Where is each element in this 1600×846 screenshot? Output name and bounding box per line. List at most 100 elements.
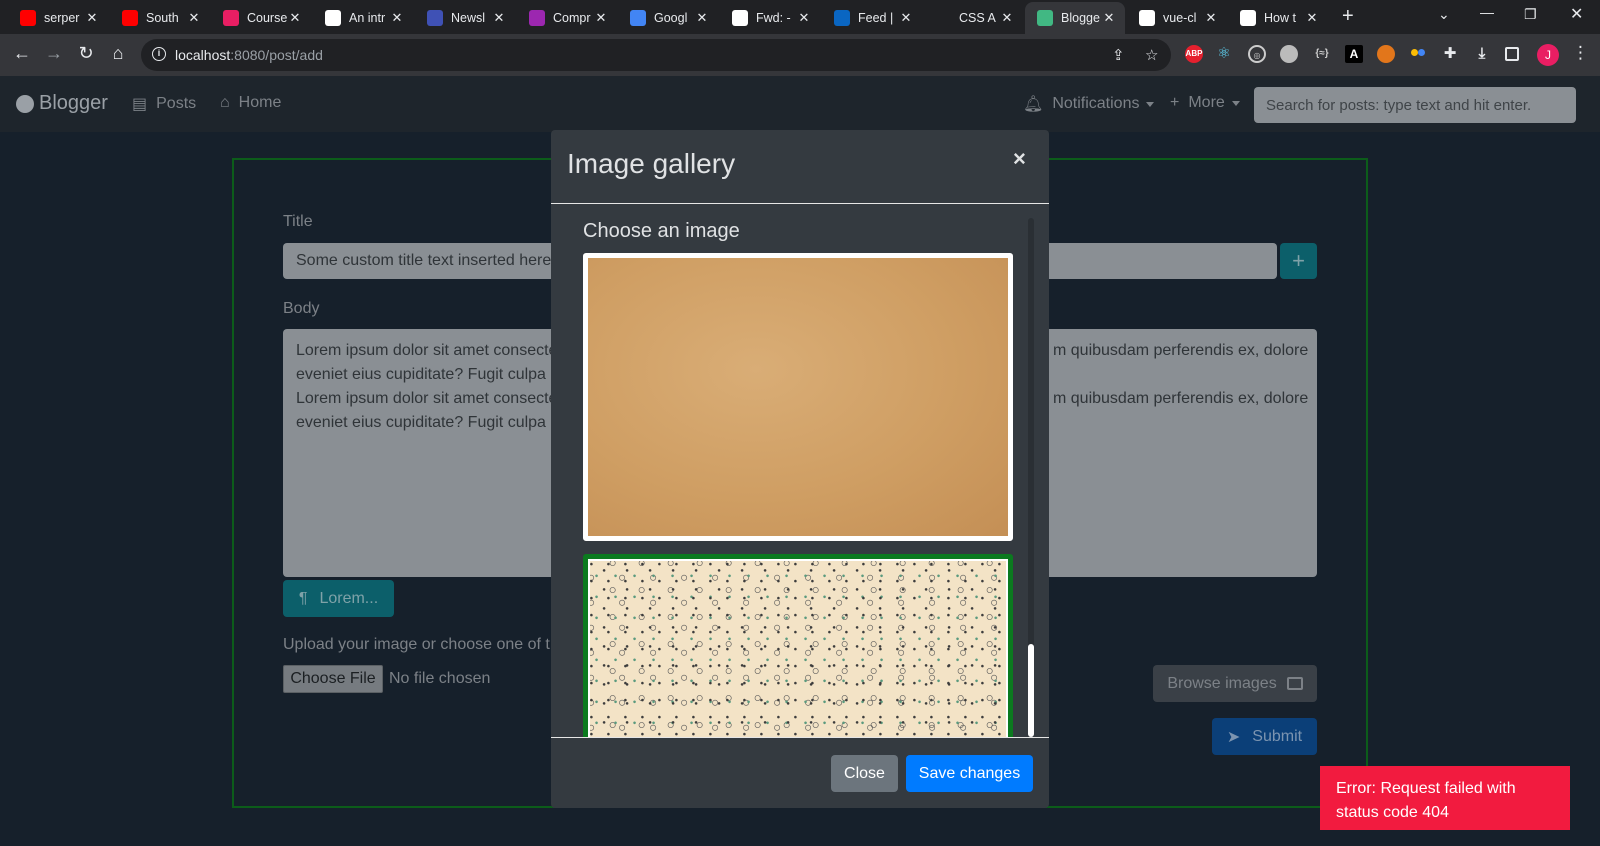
submit-label: Submit (1252, 727, 1303, 745)
tab-close-icon[interactable]: ✕ (84, 10, 100, 26)
nav-more-dropdown[interactable]: + More (1170, 94, 1240, 112)
browser-menu-icon[interactable]: ⋮ (1572, 43, 1589, 63)
tab-title: vue-cl (1163, 11, 1197, 25)
search-input[interactable] (1254, 87, 1576, 123)
address-bar[interactable]: i localhost:8080/post/add ⇪ ☆ (141, 39, 1171, 71)
address-url[interactable]: localhost:8080/post/add (175, 47, 323, 63)
tab-title: An intr (349, 11, 386, 25)
browser-tab[interactable]: CSS A ✕ (923, 2, 1023, 34)
error-toast[interactable]: Error: Request failed with status code 4… (1320, 766, 1570, 830)
body-label: Body (283, 300, 320, 317)
browser-tab[interactable]: Course ✕ (211, 2, 311, 34)
new-tab-button[interactable]: + (1342, 5, 1354, 28)
tab-close-icon[interactable]: ✕ (898, 10, 914, 26)
browser-tab[interactable]: vue-cl ✕ (1127, 2, 1227, 34)
course-icon (223, 10, 239, 26)
lorem-button[interactable]: ¶ Lorem... (283, 580, 394, 617)
browser-tab[interactable]: Blogge ✕ (1025, 2, 1125, 34)
tab-close-icon[interactable]: ✕ (186, 10, 202, 26)
tab-close-icon[interactable]: ✕ (1101, 10, 1117, 26)
bookmark-star-icon[interactable]: ☆ (1145, 46, 1158, 64)
tab-title: Blogge (1061, 11, 1100, 25)
paragraph-icon: ¶ (298, 589, 308, 607)
paper-plane-icon: ➤ (1226, 728, 1241, 746)
tab-close-icon[interactable]: ✕ (491, 10, 507, 26)
browser-tab[interactable]: An intr ✕ (313, 2, 413, 34)
tab-close-icon[interactable]: ✕ (287, 10, 303, 26)
gallery-image-confetti-selected[interactable] (583, 554, 1013, 737)
tab-close-icon[interactable]: ✕ (796, 10, 812, 26)
tab-close-icon[interactable]: ✕ (694, 10, 710, 26)
minimize-icon[interactable]: — (1480, 4, 1494, 20)
tab-close-icon[interactable]: ✕ (389, 10, 405, 26)
save-changes-button[interactable]: Save changes (906, 755, 1033, 792)
extension-a-icon[interactable]: A (1345, 45, 1363, 63)
profile-avatar[interactable]: J (1537, 44, 1559, 66)
no-file-text: No file chosen (389, 670, 491, 687)
side-panel-icon[interactable] (1505, 47, 1519, 61)
browser-tab[interactable]: serper ✕ (8, 2, 108, 34)
browse-images-button[interactable]: Browse images (1153, 665, 1317, 702)
body-line-3-right: m quibusdam perferendis ex, dolore (1053, 390, 1309, 407)
extension-dots-icon[interactable] (1409, 45, 1427, 63)
reload-icon[interactable]: ↻ (74, 43, 98, 64)
modal-title: Image gallery (567, 148, 736, 179)
posts-icon: ▤ (132, 96, 148, 113)
site-info-icon[interactable]: i (152, 47, 166, 61)
tab-close-icon[interactable]: ✕ (1304, 10, 1320, 26)
bell-icon: 🔔︎ (1023, 96, 1044, 113)
newsletter-icon (427, 10, 443, 26)
back-icon[interactable]: ← (10, 43, 34, 64)
blogger-logo-icon (16, 94, 34, 113)
youtube-icon (20, 10, 36, 26)
nav-notifications-dropdown[interactable]: 🔔︎ Notifications (1023, 94, 1155, 114)
modal-body[interactable]: Choose an image (551, 204, 1049, 737)
browser-tab[interactable]: South ✕ (110, 2, 210, 34)
nav-home[interactable]: ⌂ Home (220, 94, 281, 112)
tab-close-icon[interactable]: ✕ (1203, 10, 1219, 26)
browser-tab[interactable]: How t ✕ (1228, 2, 1328, 34)
nav-posts[interactable]: ▤ Posts (132, 94, 196, 114)
linkedin-icon (834, 10, 850, 26)
brand[interactable]: Blogger (16, 92, 108, 115)
nav-notifications-label: Notifications (1052, 95, 1140, 112)
browser-tab[interactable]: Googl ✕ (618, 2, 718, 34)
modal-scrollbar-thumb[interactable] (1028, 644, 1034, 737)
browser-tab[interactable]: Newsl ✕ (415, 2, 515, 34)
download-icon[interactable]: ⤓ (1473, 45, 1491, 63)
extension-owl-icon[interactable] (1280, 45, 1298, 63)
tab-search-icon[interactable]: ⌄ (1438, 6, 1450, 23)
react-devtools-icon[interactable]: ⚛ (1215, 45, 1233, 63)
gallery-image-kraft-paper[interactable] (583, 253, 1013, 541)
close-icon[interactable]: × (1013, 146, 1026, 172)
tab-title: South (146, 11, 179, 25)
image-icon (1286, 677, 1303, 690)
adblock-extension-icon[interactable]: ABP (1185, 45, 1203, 63)
submit-button[interactable]: ➤ Submit (1212, 718, 1317, 755)
browser-tab[interactable]: Fwd: - ✕ (720, 2, 820, 34)
app-navbar: Blogger ▤ Posts ⌂ Home 🔔︎ Notifications … (0, 76, 1600, 132)
metamask-icon[interactable] (1377, 45, 1395, 63)
tab-title: Feed | (858, 11, 894, 25)
forward-icon[interactable]: → (42, 43, 66, 64)
tab-title: Course (247, 11, 288, 25)
tab-title: How t (1264, 11, 1296, 25)
extensions-puzzle-icon[interactable]: ✚ (1441, 45, 1459, 63)
browser-tab[interactable]: Feed | ✕ (822, 2, 922, 34)
share-icon[interactable]: ⇪ (1112, 46, 1125, 64)
home-icon[interactable]: ⌂ (106, 43, 130, 64)
choose-file-button[interactable]: Choose File (283, 665, 383, 693)
restore-icon[interactable]: ❐ (1524, 6, 1537, 23)
chevron-down-icon (1146, 101, 1155, 107)
tab-close-icon[interactable]: ✕ (999, 10, 1015, 26)
browser-tab[interactable]: Compr ✕ (517, 2, 617, 34)
plus-icon: + (1170, 94, 1180, 111)
google-translate-icon (630, 10, 646, 26)
tab-close-icon[interactable]: ✕ (593, 10, 609, 26)
window-close-icon[interactable]: ✕ (1570, 4, 1583, 24)
extension-braces-icon[interactable]: {≈} (1313, 45, 1331, 63)
close-button[interactable]: Close (831, 755, 898, 792)
extension-target-icon[interactable]: ◎ (1248, 45, 1266, 63)
modal-divider (551, 737, 1049, 738)
add-title-button[interactable]: + (1280, 243, 1317, 279)
